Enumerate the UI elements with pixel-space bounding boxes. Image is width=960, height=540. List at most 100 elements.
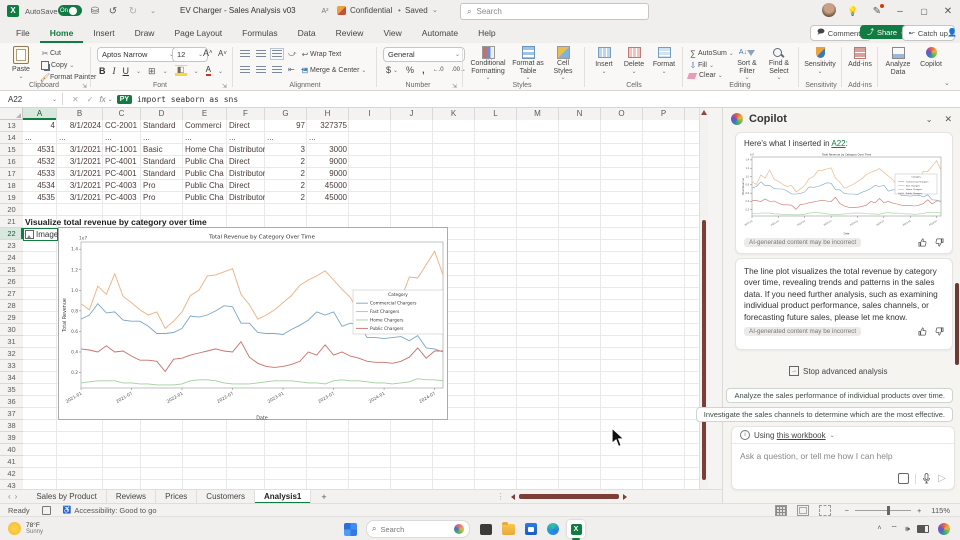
saved-status[interactable]: Saved bbox=[405, 6, 428, 15]
cell-G19[interactable]: 2 bbox=[265, 192, 307, 204]
cell-C14[interactable]: ... bbox=[103, 132, 141, 144]
row-header-16[interactable]: 16 bbox=[0, 156, 23, 168]
cell-B14[interactable]: ... bbox=[57, 132, 103, 144]
merge-center-button[interactable]: ⊟Merge & Center⌄ bbox=[300, 65, 366, 75]
column-header-H[interactable]: H bbox=[307, 108, 349, 120]
column-header-G[interactable]: G bbox=[265, 108, 307, 120]
undo-icon[interactable]: ↺ bbox=[106, 4, 120, 18]
font-color-icon[interactable]: A bbox=[206, 66, 211, 76]
thumbs-down-icon[interactable] bbox=[935, 327, 944, 336]
cell-H14[interactable]: ... bbox=[307, 132, 349, 144]
comma-icon[interactable]: , bbox=[422, 65, 425, 75]
row-header-24[interactable]: 24 bbox=[0, 252, 23, 264]
ribbon-tab-help[interactable]: Help bbox=[468, 22, 505, 43]
zoom-slider-thumb[interactable] bbox=[887, 506, 890, 515]
prompt-library-icon[interactable] bbox=[898, 473, 909, 484]
name-box-chevron-icon[interactable]: ⌄ bbox=[52, 96, 57, 103]
row-header-36[interactable]: 36 bbox=[0, 396, 23, 408]
cell-G16[interactable]: 2 bbox=[265, 156, 307, 168]
select-all-corner[interactable] bbox=[0, 108, 23, 120]
wifi-icon[interactable]: ⌔ bbox=[890, 524, 898, 534]
format-as-table-button[interactable]: Format as Table⌄ bbox=[510, 46, 546, 82]
clear-button[interactable]: Clear⌄ bbox=[688, 72, 723, 79]
hscroll-right-icon[interactable] bbox=[623, 494, 627, 500]
cell-E13[interactable]: Commerci bbox=[183, 120, 227, 132]
horizontal-scroll-thumb[interactable] bbox=[519, 494, 619, 499]
cell-A18[interactable]: 4534 bbox=[23, 180, 57, 192]
shrink-font-button[interactable]: A˅ bbox=[218, 49, 227, 58]
sheet-tab-reviews[interactable]: Reviews bbox=[107, 490, 156, 504]
column-header-I[interactable]: I bbox=[349, 108, 391, 120]
font-dialog-launcher[interactable]: ⇲ bbox=[222, 83, 227, 90]
edge-icon[interactable] bbox=[547, 523, 559, 535]
cell-C18[interactable]: PC-4003 bbox=[103, 180, 141, 192]
toolbar-more-icon[interactable]: ⌄ bbox=[146, 4, 160, 18]
column-header-K[interactable]: K bbox=[433, 108, 475, 120]
panel-chevron-icon[interactable]: ⌄ bbox=[926, 115, 933, 124]
cell-H19[interactable]: 45000 bbox=[307, 192, 349, 204]
cell-A15[interactable]: 4531 bbox=[23, 144, 57, 156]
row-header-37[interactable]: 37 bbox=[0, 408, 23, 420]
decrease-indent-icon[interactable]: ⇤ bbox=[288, 65, 295, 74]
column-header-C[interactable]: C bbox=[103, 108, 141, 120]
cell-E16[interactable]: Public Cha bbox=[183, 156, 227, 168]
clipboard-dialog-launcher[interactable]: ⇲ bbox=[82, 83, 87, 90]
sheet-tab-analysis1[interactable]: Analysis1 bbox=[255, 490, 311, 504]
row-header-30[interactable]: 30 bbox=[0, 324, 23, 336]
find-select-button[interactable]: Find & Select⌄ bbox=[764, 46, 794, 82]
row-header-23[interactable]: 23 bbox=[0, 240, 23, 252]
zoom-out-icon[interactable]: − bbox=[845, 506, 849, 515]
fill-color-chevron-icon[interactable]: ⌄ bbox=[194, 68, 199, 75]
align-top-icon[interactable] bbox=[240, 50, 250, 58]
align-bottom-icon[interactable] bbox=[272, 50, 282, 58]
lightbulb-icon[interactable]: 💡 bbox=[846, 4, 860, 18]
column-header-J[interactable]: J bbox=[391, 108, 433, 120]
send-icon[interactable]: ▷ bbox=[938, 473, 946, 484]
row-header-38[interactable]: 38 bbox=[0, 420, 23, 432]
copilot-ribbon-button[interactable]: Copilot bbox=[916, 46, 946, 69]
row-header-13[interactable]: 13 bbox=[0, 120, 23, 132]
cell-C17[interactable]: PC-4001 bbox=[103, 168, 141, 180]
volume-icon[interactable]: 🕪 bbox=[905, 524, 910, 534]
cell-F14[interactable]: ... bbox=[227, 132, 265, 144]
taskbar-search[interactable]: ⌕ Search bbox=[366, 520, 470, 538]
row-header-20[interactable]: 20 bbox=[0, 204, 23, 216]
copilot-input[interactable]: Ask a question, or tell me how I can hel… bbox=[732, 444, 954, 461]
cell-B16[interactable]: 3/1/2021 bbox=[57, 156, 103, 168]
cell-E14[interactable]: ... bbox=[183, 132, 227, 144]
stop-analysis-button[interactable]: → Stop advanced analysis bbox=[783, 364, 894, 378]
font-color-chevron-icon[interactable]: ⌄ bbox=[218, 68, 223, 75]
row-header-32[interactable]: 32 bbox=[0, 348, 23, 360]
scroll-up-icon[interactable] bbox=[701, 110, 707, 115]
paste-button[interactable]: Paste⌄ bbox=[6, 46, 36, 80]
thumbs-up-icon[interactable] bbox=[918, 238, 927, 247]
align-center-icon[interactable] bbox=[256, 66, 266, 74]
ribbon-tab-insert[interactable]: Insert bbox=[83, 22, 124, 43]
suggestion-chip-2[interactable]: Investigate the sales channels to determ… bbox=[696, 407, 953, 422]
zoom-level[interactable]: 115% bbox=[931, 506, 950, 515]
weather-widget[interactable]: 78°F Sunny bbox=[8, 522, 43, 536]
currency-icon[interactable]: $ bbox=[386, 65, 391, 75]
cell-B18[interactable]: 3/1/2021 bbox=[57, 180, 103, 192]
cell-F18[interactable]: Direct bbox=[227, 180, 265, 192]
increase-decimal-icon[interactable]: ←.0 bbox=[433, 67, 444, 73]
row-header-15[interactable]: 15 bbox=[0, 144, 23, 156]
view-page-break-icon[interactable] bbox=[819, 505, 831, 516]
fill-color-icon[interactable]: ◧ bbox=[175, 65, 187, 77]
vertical-scrollbar[interactable] bbox=[699, 108, 708, 489]
cell-G15[interactable]: 3 bbox=[265, 144, 307, 156]
cell-F16[interactable]: Direct bbox=[227, 156, 265, 168]
grow-font-button[interactable]: A˄ bbox=[203, 48, 213, 58]
cell-B19[interactable]: 3/1/2021 bbox=[57, 192, 103, 204]
ribbon-tab-automate[interactable]: Automate bbox=[412, 22, 468, 43]
context-workbook-link[interactable]: this workbook bbox=[777, 431, 826, 440]
cell-H15[interactable]: 3000 bbox=[307, 144, 349, 156]
percent-icon[interactable]: % bbox=[406, 65, 414, 75]
cell-H17[interactable]: 9000 bbox=[307, 168, 349, 180]
add-sheet-button[interactable]: + bbox=[321, 492, 326, 502]
cell-A19[interactable]: 4535 bbox=[23, 192, 57, 204]
insert-cells-button[interactable]: Insert⌄ bbox=[590, 46, 618, 75]
row-header-17[interactable]: 17 bbox=[0, 168, 23, 180]
column-header-N[interactable]: N bbox=[559, 108, 601, 120]
row-header-18[interactable]: 18 bbox=[0, 180, 23, 192]
